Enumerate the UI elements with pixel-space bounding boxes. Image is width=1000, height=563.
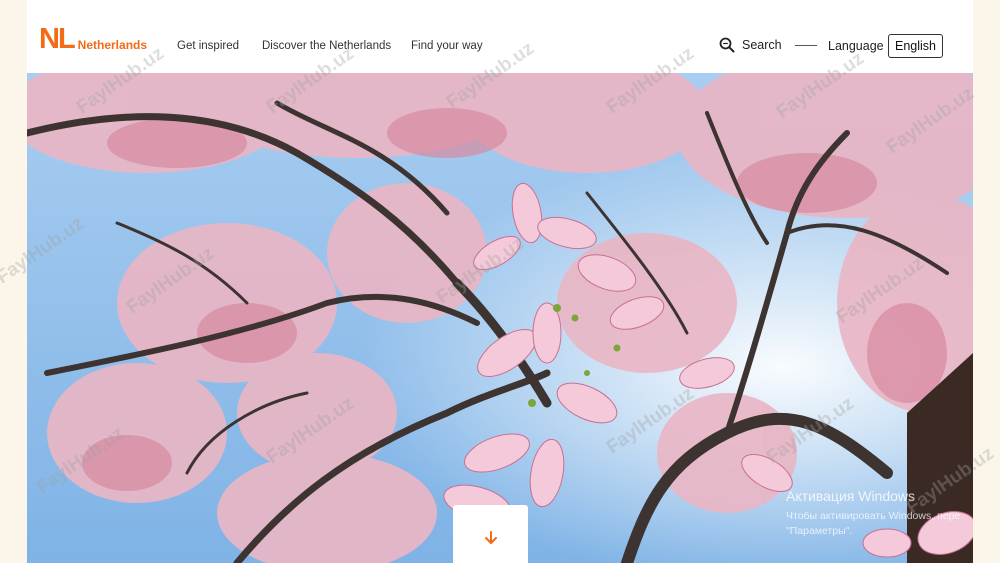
search-icon (719, 37, 735, 53)
nav-discover-netherlands[interactable]: Discover the Netherlands (262, 40, 391, 52)
arrow-down-icon (484, 531, 497, 544)
magnolia-tree-photo (27, 73, 973, 563)
page: NL Netherlands Get inspired Discover the… (27, 0, 973, 563)
scroll-down-button[interactable] (453, 505, 528, 563)
search-button[interactable]: Search (719, 37, 782, 53)
logo-mark: NL (39, 23, 76, 55)
header-divider (795, 45, 817, 46)
nav-get-inspired[interactable]: Get inspired (177, 40, 239, 52)
netherlands-logo[interactable]: NL Netherlands (39, 23, 148, 55)
nav-find-your-way[interactable]: Find your way (411, 40, 483, 52)
search-label: Search (742, 38, 782, 52)
site-header: NL Netherlands Get inspired Discover the… (27, 0, 973, 73)
language-select[interactable]: English (888, 34, 943, 58)
hero-image (27, 73, 973, 563)
language-label: Language (828, 39, 884, 53)
logo-text: Netherlands (77, 38, 148, 52)
